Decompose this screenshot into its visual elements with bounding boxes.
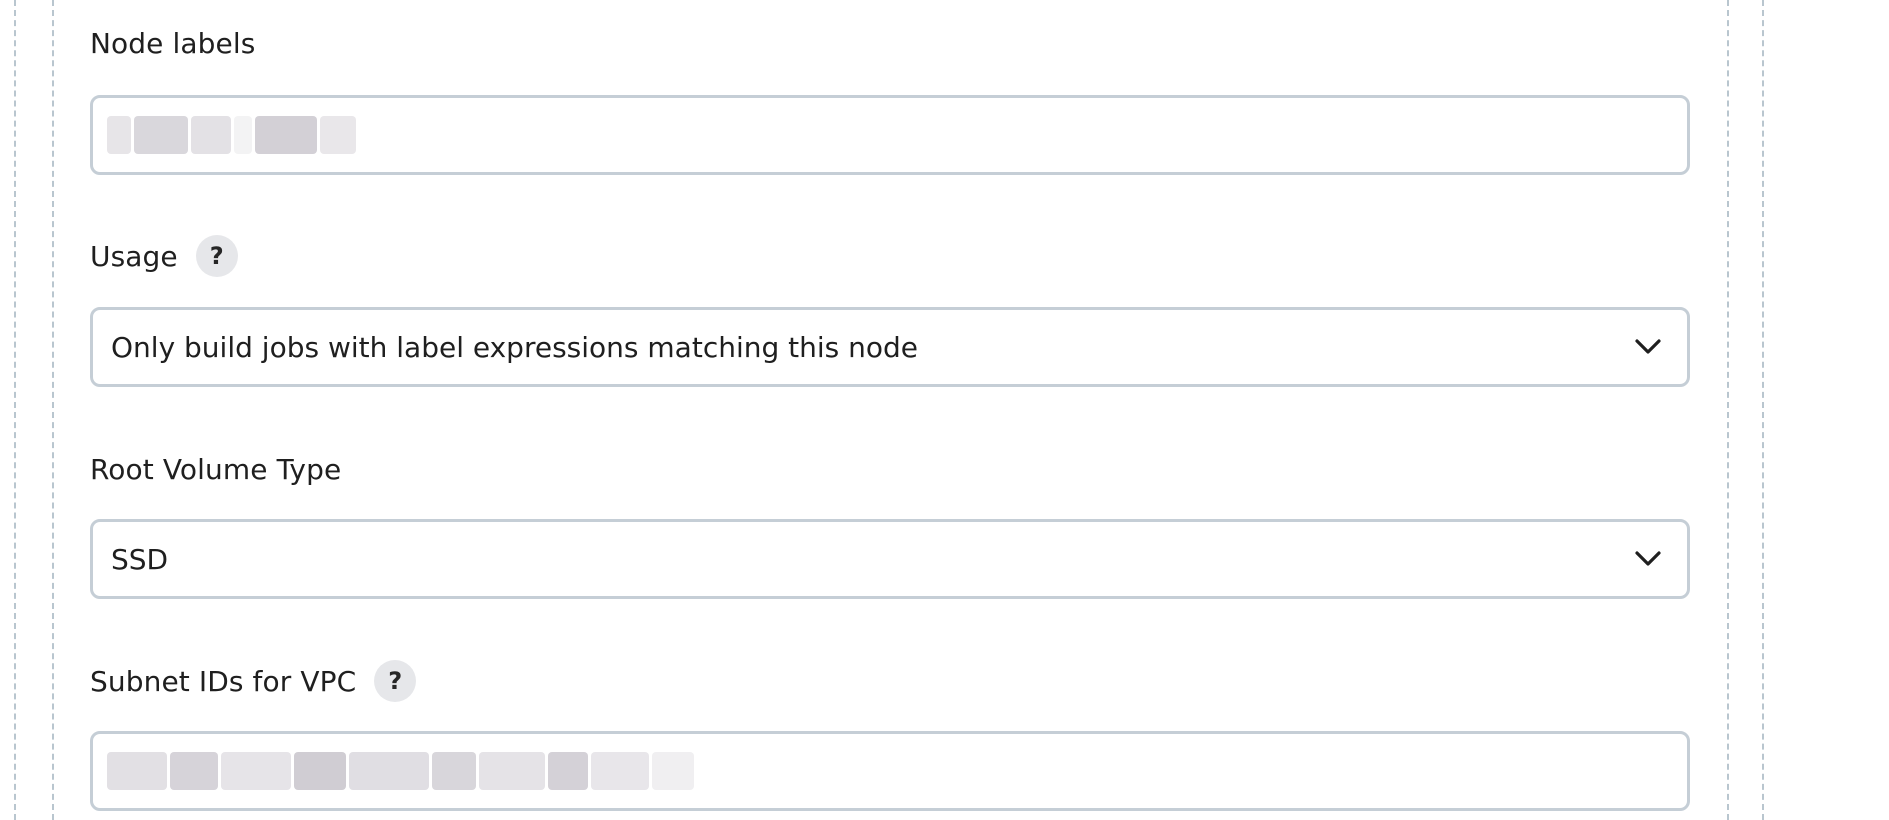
subnet-ids-field: Subnet IDs for VPC ?: [90, 658, 1688, 704]
usage-field: Usage ?: [90, 233, 1688, 279]
chevron-down-icon: [1633, 332, 1663, 362]
root-volume-type-select[interactable]: SSD: [90, 519, 1690, 599]
redacted-value: [107, 752, 694, 790]
subnet-ids-input[interactable]: [90, 731, 1690, 811]
root-volume-type-field: Root Volume Type: [90, 446, 1688, 492]
root-volume-type-selected-value: SSD: [111, 542, 169, 576]
node-labels-input[interactable]: [90, 95, 1690, 175]
usage-label: Usage ?: [90, 233, 1688, 279]
redacted-value: [107, 116, 356, 154]
usage-select[interactable]: Only build jobs with label expressions m…: [90, 307, 1690, 387]
chevron-down-icon: [1633, 544, 1663, 574]
inner-section-border-left: [52, 0, 54, 820]
outer-section-border-right: [1762, 0, 1764, 820]
subnet-ids-label: Subnet IDs for VPC ?: [90, 658, 1688, 704]
usage-help-icon[interactable]: ?: [195, 235, 238, 277]
root-volume-type-label: Root Volume Type: [90, 452, 342, 486]
usage-selected-value: Only build jobs with label expressions m…: [111, 330, 919, 364]
subnet-ids-help-icon[interactable]: ?: [374, 660, 417, 702]
node-labels-field: Node labels: [90, 20, 1688, 66]
outer-section-border-left: [14, 0, 16, 820]
node-labels-label: Node labels: [90, 26, 256, 60]
inner-section-border-right: [1727, 0, 1729, 820]
